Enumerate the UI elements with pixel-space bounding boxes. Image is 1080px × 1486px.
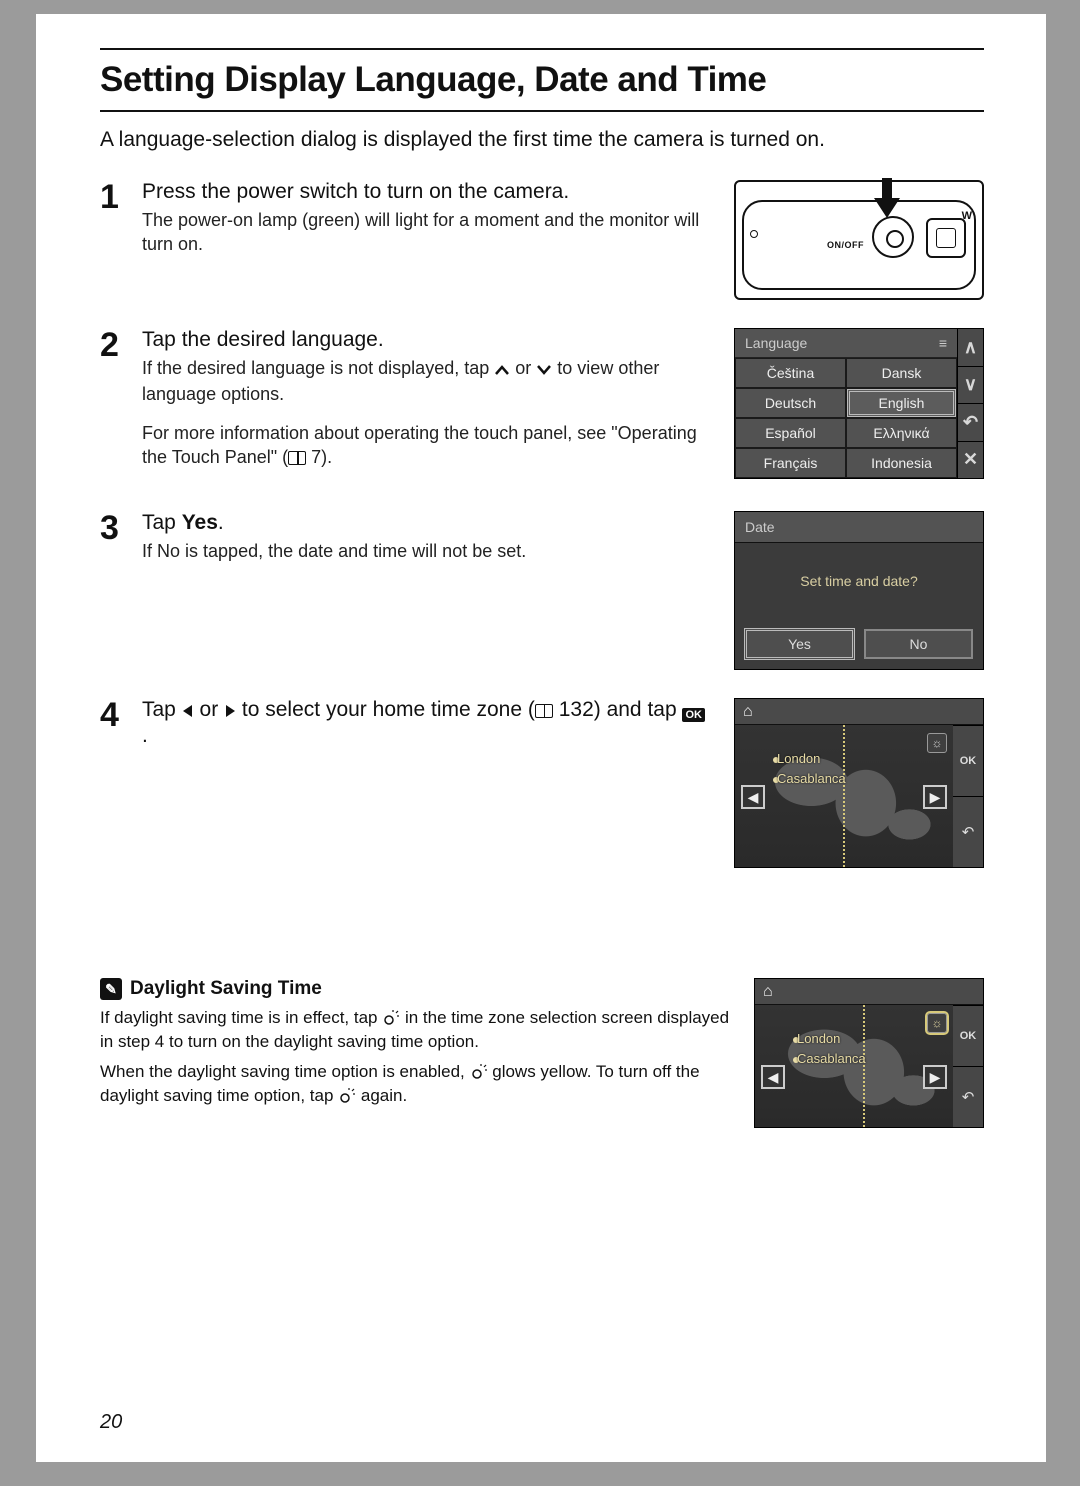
note-title: Daylight Saving Time bbox=[130, 978, 322, 1000]
yes-button[interactable]: Yes bbox=[745, 629, 854, 659]
power-switch-icon bbox=[872, 216, 914, 258]
meridian-line bbox=[843, 725, 845, 867]
onoff-label: ON/OFF bbox=[827, 240, 864, 250]
language-option[interactable]: Français bbox=[735, 448, 846, 478]
back-button[interactable]: ↶ bbox=[953, 796, 983, 867]
no-button[interactable]: No bbox=[864, 629, 973, 659]
step-2: 2 Tap the desired language. If the desir… bbox=[100, 328, 984, 483]
book-icon bbox=[535, 704, 553, 718]
home-icon: ⌂ bbox=[763, 983, 773, 1001]
step-4-number: 4 bbox=[100, 698, 128, 868]
dst-toggle[interactable]: ☼ bbox=[927, 733, 947, 753]
language-option[interactable]: Deutsch bbox=[735, 388, 846, 418]
chevron-up-icon bbox=[494, 358, 510, 382]
step-3-heading: Tap Yes. bbox=[142, 511, 716, 535]
language-option[interactable]: Dansk bbox=[846, 358, 957, 388]
step-4: 4 Tap or to select your home time zone (… bbox=[100, 698, 984, 868]
home-icon: ⌂ bbox=[743, 703, 753, 721]
manual-page: Setting Display Language, Date and Time … bbox=[36, 14, 1046, 1462]
step-2-number: 2 bbox=[100, 328, 128, 483]
city-label: Casablanca bbox=[777, 771, 846, 786]
scroll-down-button[interactable]: ∨ bbox=[957, 367, 983, 405]
triangle-right-icon bbox=[224, 700, 236, 724]
top-rule bbox=[100, 48, 984, 50]
note-body: If daylight saving time is in effect, ta… bbox=[100, 1006, 736, 1107]
step-3-desc: If No is tapped, the date and time will … bbox=[142, 539, 716, 563]
nav-left-button[interactable]: ◀ bbox=[761, 1065, 785, 1089]
meridian-line bbox=[863, 1005, 865, 1127]
figure-language-screen: Language ≡ Čeština Dansk Deutsch English… bbox=[734, 328, 984, 479]
page-title: Setting Display Language, Date and Time bbox=[100, 60, 984, 100]
language-screen-title: Language ≡ bbox=[735, 329, 957, 358]
language-option[interactable]: Čeština bbox=[735, 358, 846, 388]
step-1: 1 Press the power switch to turn on the … bbox=[100, 180, 984, 300]
w-label: W bbox=[962, 210, 972, 222]
down-arrow-icon bbox=[870, 178, 904, 222]
city-label: London bbox=[797, 1031, 840, 1046]
figure-timezone-dst-screen: ⌂ London Casablanca ◀ ▶ ☼ OK ↶ bbox=[754, 978, 984, 1128]
date-screen-title: Date bbox=[735, 512, 983, 543]
language-option[interactable]: Español bbox=[735, 418, 846, 448]
step-1-heading: Press the power switch to turn on the ca… bbox=[142, 180, 716, 204]
dst-icon bbox=[470, 1063, 488, 1081]
figure-timezone-screen: ⌂ London Casablanca ◀ ▶ ☼ OK ↶ bbox=[734, 698, 984, 868]
step-2-desc: If the desired language is not displayed… bbox=[142, 356, 716, 469]
menu-icon[interactable]: ≡ bbox=[939, 335, 947, 351]
note-badge-icon: ✎ bbox=[100, 978, 122, 1000]
scroll-up-button[interactable]: ∧ bbox=[957, 329, 983, 367]
step-4-heading: Tap or to select your home time zone ( 1… bbox=[142, 698, 716, 748]
step-3-number: 3 bbox=[100, 511, 128, 670]
triangle-left-icon bbox=[182, 700, 194, 724]
nav-right-button[interactable]: ▶ bbox=[923, 785, 947, 809]
ok-icon: OK bbox=[682, 708, 705, 722]
intro-text: A language-selection dialog is displayed… bbox=[100, 128, 984, 152]
language-option[interactable]: Indonesia bbox=[846, 448, 957, 478]
page-number: 20 bbox=[100, 1411, 122, 1434]
figure-date-prompt: Date Set time and date? Yes No bbox=[734, 511, 984, 670]
chevron-down-icon bbox=[536, 358, 552, 382]
step-1-desc: The power-on lamp (green) will light for… bbox=[142, 208, 716, 257]
step-1-number: 1 bbox=[100, 180, 128, 300]
figure-camera-top: ON/OFF W bbox=[734, 180, 984, 300]
dst-icon bbox=[338, 1087, 356, 1105]
close-button[interactable]: ✕ bbox=[957, 442, 983, 479]
date-prompt-text: Set time and date? bbox=[735, 543, 983, 619]
nav-left-button[interactable]: ◀ bbox=[741, 785, 765, 809]
step-3: 3 Tap Yes. If No is tapped, the date and… bbox=[100, 511, 984, 670]
ok-button[interactable]: OK bbox=[953, 725, 983, 796]
dst-icon bbox=[382, 1009, 400, 1027]
back-button[interactable]: ↶ bbox=[953, 1066, 983, 1127]
back-button[interactable]: ↶ bbox=[957, 404, 983, 442]
language-option-selected[interactable]: English bbox=[846, 388, 957, 418]
nav-right-button[interactable]: ▶ bbox=[923, 1065, 947, 1089]
step-2-heading: Tap the desired language. bbox=[142, 328, 716, 352]
title-underline bbox=[100, 110, 984, 112]
dst-toggle-on[interactable]: ☼ bbox=[927, 1013, 947, 1033]
note-daylight-saving: ✎ Daylight Saving Time If daylight savin… bbox=[100, 978, 984, 1128]
ok-button[interactable]: OK bbox=[953, 1005, 983, 1066]
language-option[interactable]: Ελληνικά bbox=[846, 418, 957, 448]
city-label: Casablanca bbox=[797, 1051, 866, 1066]
book-icon bbox=[288, 451, 306, 465]
city-label: London bbox=[777, 751, 820, 766]
shutter-button-icon bbox=[926, 218, 966, 258]
